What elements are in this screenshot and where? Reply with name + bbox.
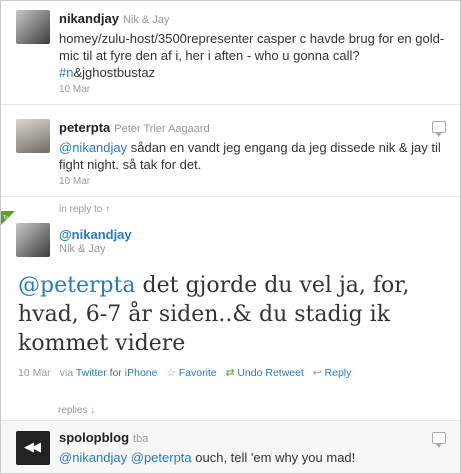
tweet-spolopblog: ◀◀ spolopblog tba @nikandjay @peterpta ou… — [1, 420, 460, 473]
reply-icon[interactable] — [432, 432, 446, 448]
avatar[interactable] — [16, 10, 50, 44]
tweet-text-tail: &jghostbustaz — [73, 65, 156, 80]
tweet-text: homey/zulu-host/3500representer casper c… — [59, 30, 450, 81]
tweet-actions: 10 Mar via Twitter for iPhone ☆ Favorite… — [18, 367, 351, 379]
tweet-text-body: ouch, tell 'em why you mad! — [191, 450, 356, 465]
tweet-focused: ↻ in reply to ↑ @nikandjay Nik & Jay @pe… — [1, 197, 460, 398]
favorite-button[interactable]: Favorite — [179, 367, 217, 379]
reply-button[interactable]: Reply — [325, 367, 352, 379]
mention-link[interactable]: @peterpta — [18, 273, 136, 298]
username[interactable]: spolopblog — [59, 430, 129, 445]
realname: Peter Trier Aagaard — [114, 123, 210, 135]
client-link[interactable]: Twitter for iPhone — [76, 367, 158, 379]
via-label: via — [59, 367, 74, 379]
realname: Nik & Jay — [59, 243, 106, 255]
timestamp[interactable]: 10 Mar — [59, 84, 450, 95]
realname: Nik & Jay — [122, 14, 170, 26]
replies-label: replies ↓ — [58, 405, 96, 416]
mention-link[interactable]: @peterpta — [131, 450, 192, 465]
reply-arrow-icon: ↩ — [312, 367, 322, 379]
tweet-peterpta: peterpta Peter Trier Aagaard @nikandjay s… — [1, 105, 460, 197]
undo-retweet-button[interactable]: Undo Retweet — [237, 367, 304, 379]
tweet-text-large: @peterpta det gjorde du vel ja, for, hva… — [18, 271, 438, 358]
tweet-text: @nikandjay sådan en vandt jeg engang da … — [59, 139, 450, 173]
rewind-icon: ◀◀ — [24, 439, 41, 454]
mention-link[interactable]: @nikandjay — [59, 140, 127, 155]
timestamp[interactable]: 10 Mar — [59, 176, 450, 187]
mention-link[interactable]: @nikandjay — [59, 450, 127, 465]
tweet-text-body: homey/zulu-host/3500representer casper c… — [59, 31, 445, 63]
username[interactable]: @nikandjay — [59, 227, 450, 242]
realname: tba — [133, 433, 149, 445]
retweet-icon: ⇄ — [225, 367, 235, 379]
retweet-ribbon-icon: ↻ — [1, 211, 15, 225]
tweet-nikandjay: nikandjay Nik & Jay homey/zulu-host/3500r… — [1, 1, 460, 105]
avatar[interactable]: ◀◀ — [16, 431, 50, 465]
star-icon: ☆ — [166, 367, 176, 379]
timestamp[interactable]: 10 Mar — [18, 367, 51, 379]
avatar[interactable] — [16, 223, 50, 257]
reply-icon[interactable] — [432, 121, 446, 137]
avatar[interactable] — [16, 119, 50, 153]
in-reply-to-link[interactable]: in reply to ↑ — [59, 204, 110, 215]
username[interactable]: peterpta — [59, 120, 110, 135]
username[interactable]: nikandjay — [59, 11, 119, 26]
tweet-text: @nikandjay @peterpta ouch, tell 'em why … — [59, 449, 450, 466]
svg-text:↻: ↻ — [3, 214, 8, 221]
hashtag-link[interactable]: #n — [59, 65, 73, 80]
